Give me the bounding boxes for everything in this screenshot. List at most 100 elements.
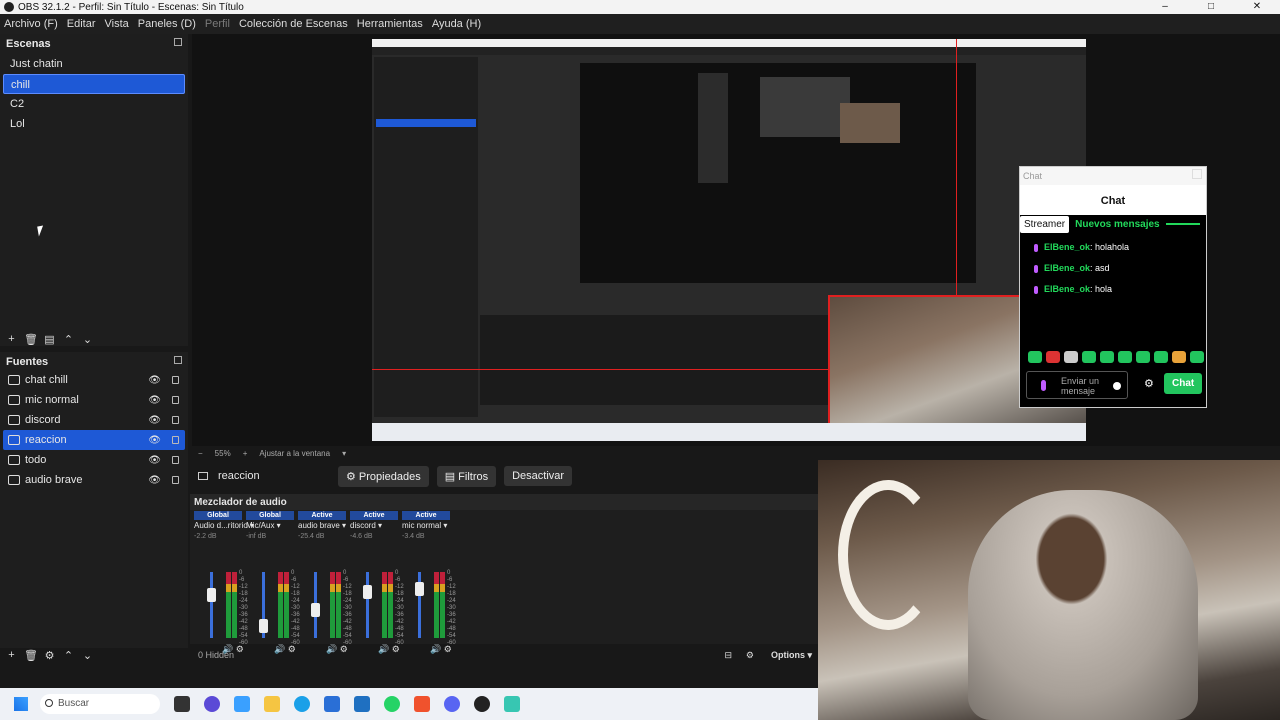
display-capture-preview[interactable] (372, 39, 1086, 441)
channel-name[interactable]: mic normal ▾ (400, 521, 470, 530)
chat-username[interactable]: ElBene_ok (1044, 242, 1090, 252)
taskbar-search[interactable]: Buscar (40, 694, 160, 714)
layout-icon[interactable]: ⊟ (724, 650, 732, 661)
source-item-discord[interactable]: discord 👁 (3, 410, 185, 430)
lock-icon[interactable] (172, 376, 179, 384)
options-button[interactable]: Options ▾ (771, 650, 812, 661)
visibility-eye-icon[interactable]: 👁 (148, 475, 161, 486)
zoom-out-icon[interactable]: − (198, 449, 203, 458)
menu-editar[interactable]: Editar (67, 18, 96, 30)
menu-herramientas[interactable]: Herramientas (357, 18, 423, 30)
move-up-icon[interactable]: ⌃ (62, 333, 75, 346)
visibility-eye-icon[interactable]: 👁 (148, 395, 161, 406)
move-down-icon[interactable]: ⌄ (81, 333, 94, 346)
scene-filters-icon[interactable]: ▤ (43, 333, 56, 346)
close-icon[interactable]: ✕ (1234, 0, 1280, 14)
scene-item-lol[interactable]: Lol (3, 114, 185, 134)
scene-item-just-chatin[interactable]: Just chatin (3, 54, 185, 74)
deactivate-button[interactable]: Desactivar (504, 466, 573, 486)
remove-scene-icon[interactable]: 🗑 (24, 333, 38, 346)
add-source-icon[interactable]: + (5, 649, 18, 661)
volume-slider-handle[interactable] (363, 585, 372, 599)
filters-button[interactable]: ▤ Filtros (436, 465, 497, 487)
windows-start-icon[interactable] (14, 697, 28, 711)
emote-icon[interactable] (1118, 351, 1132, 363)
menu-paneles[interactable]: Paneles (D) (138, 18, 196, 30)
source-item-todo[interactable]: todo 👁 (3, 450, 185, 470)
outlook-icon[interactable] (354, 696, 370, 712)
emoji-icon[interactable] (1113, 382, 1121, 390)
emote-icon[interactable] (1154, 351, 1168, 363)
store-icon[interactable] (324, 696, 340, 712)
move-down-icon[interactable]: ⌄ (81, 649, 94, 662)
properties-button[interactable]: ⚙ Propiedades (338, 465, 429, 487)
undock-icon[interactable] (174, 356, 182, 364)
obs-running-icon[interactable] (474, 696, 490, 712)
fit-to-window[interactable]: Ajustar a la ventana (259, 449, 330, 458)
zoom-level[interactable]: 55% (215, 449, 231, 458)
minimize-icon[interactable]: – (1142, 0, 1188, 14)
volume-slider-handle[interactable] (259, 618, 268, 633)
chat-username[interactable]: ElBene_ok (1044, 284, 1090, 294)
menu-coleccion-escenas[interactable]: Colección de Escenas (239, 18, 348, 30)
chat-input[interactable]: Enviar un mensaje (1026, 371, 1128, 399)
channel-mode[interactable]: Global (194, 511, 242, 520)
copilot-icon[interactable] (234, 696, 250, 712)
visibility-eye-icon[interactable]: 👁 (148, 415, 161, 426)
obs-icon[interactable] (204, 696, 220, 712)
channel-mode[interactable]: Global (246, 511, 294, 520)
source-item-audio-brave[interactable]: audio brave 👁 (3, 470, 185, 490)
chevron-down-icon[interactable]: ▾ (342, 449, 346, 458)
source-item-reaccion[interactable]: reaccion 👁 (3, 430, 185, 450)
file-explorer-icon[interactable] (264, 696, 280, 712)
lock-icon[interactable] (172, 456, 179, 464)
add-scene-icon[interactable]: + (5, 333, 18, 345)
scene-item-chill[interactable]: chill (3, 74, 185, 94)
move-up-icon[interactable]: ⌃ (62, 649, 75, 662)
emote-icon[interactable] (1136, 351, 1150, 363)
emote-icon[interactable] (1028, 351, 1042, 363)
emote-icon[interactable] (1082, 351, 1096, 363)
menu-ayuda[interactable]: Ayuda (H) (432, 18, 481, 30)
lock-icon[interactable] (172, 396, 179, 404)
zoom-in-icon[interactable]: + (243, 449, 248, 458)
volume-slider[interactable] (366, 572, 369, 638)
channel-mode[interactable]: Active (298, 511, 346, 520)
maximize-icon[interactable]: □ (1188, 0, 1234, 14)
discord-icon[interactable] (444, 696, 460, 712)
channel-mode[interactable]: Active (350, 511, 398, 520)
lock-icon[interactable] (172, 436, 179, 444)
scene-item-c2[interactable]: C2 (3, 94, 185, 114)
lock-icon[interactable] (172, 416, 179, 424)
close-icon[interactable] (1192, 169, 1202, 179)
edge-icon[interactable] (294, 696, 310, 712)
volume-slider-handle[interactable] (311, 603, 320, 618)
emote-icon[interactable] (1046, 351, 1060, 363)
visibility-eye-icon[interactable]: 👁 (148, 435, 161, 446)
menu-vista[interactable]: Vista (105, 18, 129, 30)
gear-icon[interactable]: ⚙ (1144, 377, 1154, 390)
chat-send-button[interactable]: Chat (1164, 373, 1203, 394)
streamer-button[interactable]: Streamer (1020, 215, 1070, 233)
menu-archivo[interactable]: Archivo (F) (4, 18, 58, 30)
whatsapp-icon[interactable] (384, 696, 400, 712)
advanced-audio-icon[interactable]: ⚙ (746, 650, 754, 661)
chat-window[interactable]: Chat Chat Streamer Nuevos mensajes ElBen… (1019, 166, 1207, 408)
visibility-eye-icon[interactable]: 👁 (148, 375, 161, 386)
remove-source-icon[interactable]: 🗑 (24, 649, 38, 662)
source-item-chat-chill[interactable]: chat chill 👁 (3, 370, 185, 390)
chat-username[interactable]: ElBene_ok (1044, 263, 1090, 273)
lock-icon[interactable] (172, 476, 179, 484)
brave-icon[interactable] (414, 696, 430, 712)
undock-icon[interactable] (174, 38, 182, 46)
emote-icon[interactable] (1172, 351, 1186, 363)
emote-icon[interactable] (1190, 351, 1204, 363)
volume-slider[interactable] (210, 572, 213, 638)
hidden-count[interactable]: 0 Hidden (198, 650, 234, 660)
app-icon[interactable] (504, 696, 520, 712)
volume-slider-handle[interactable] (415, 582, 424, 597)
source-properties-icon[interactable]: ⚙ (43, 649, 56, 662)
emote-icon[interactable] (1100, 351, 1114, 363)
emote-icon[interactable] (1064, 351, 1078, 363)
visibility-eye-icon[interactable]: 👁 (148, 455, 161, 466)
